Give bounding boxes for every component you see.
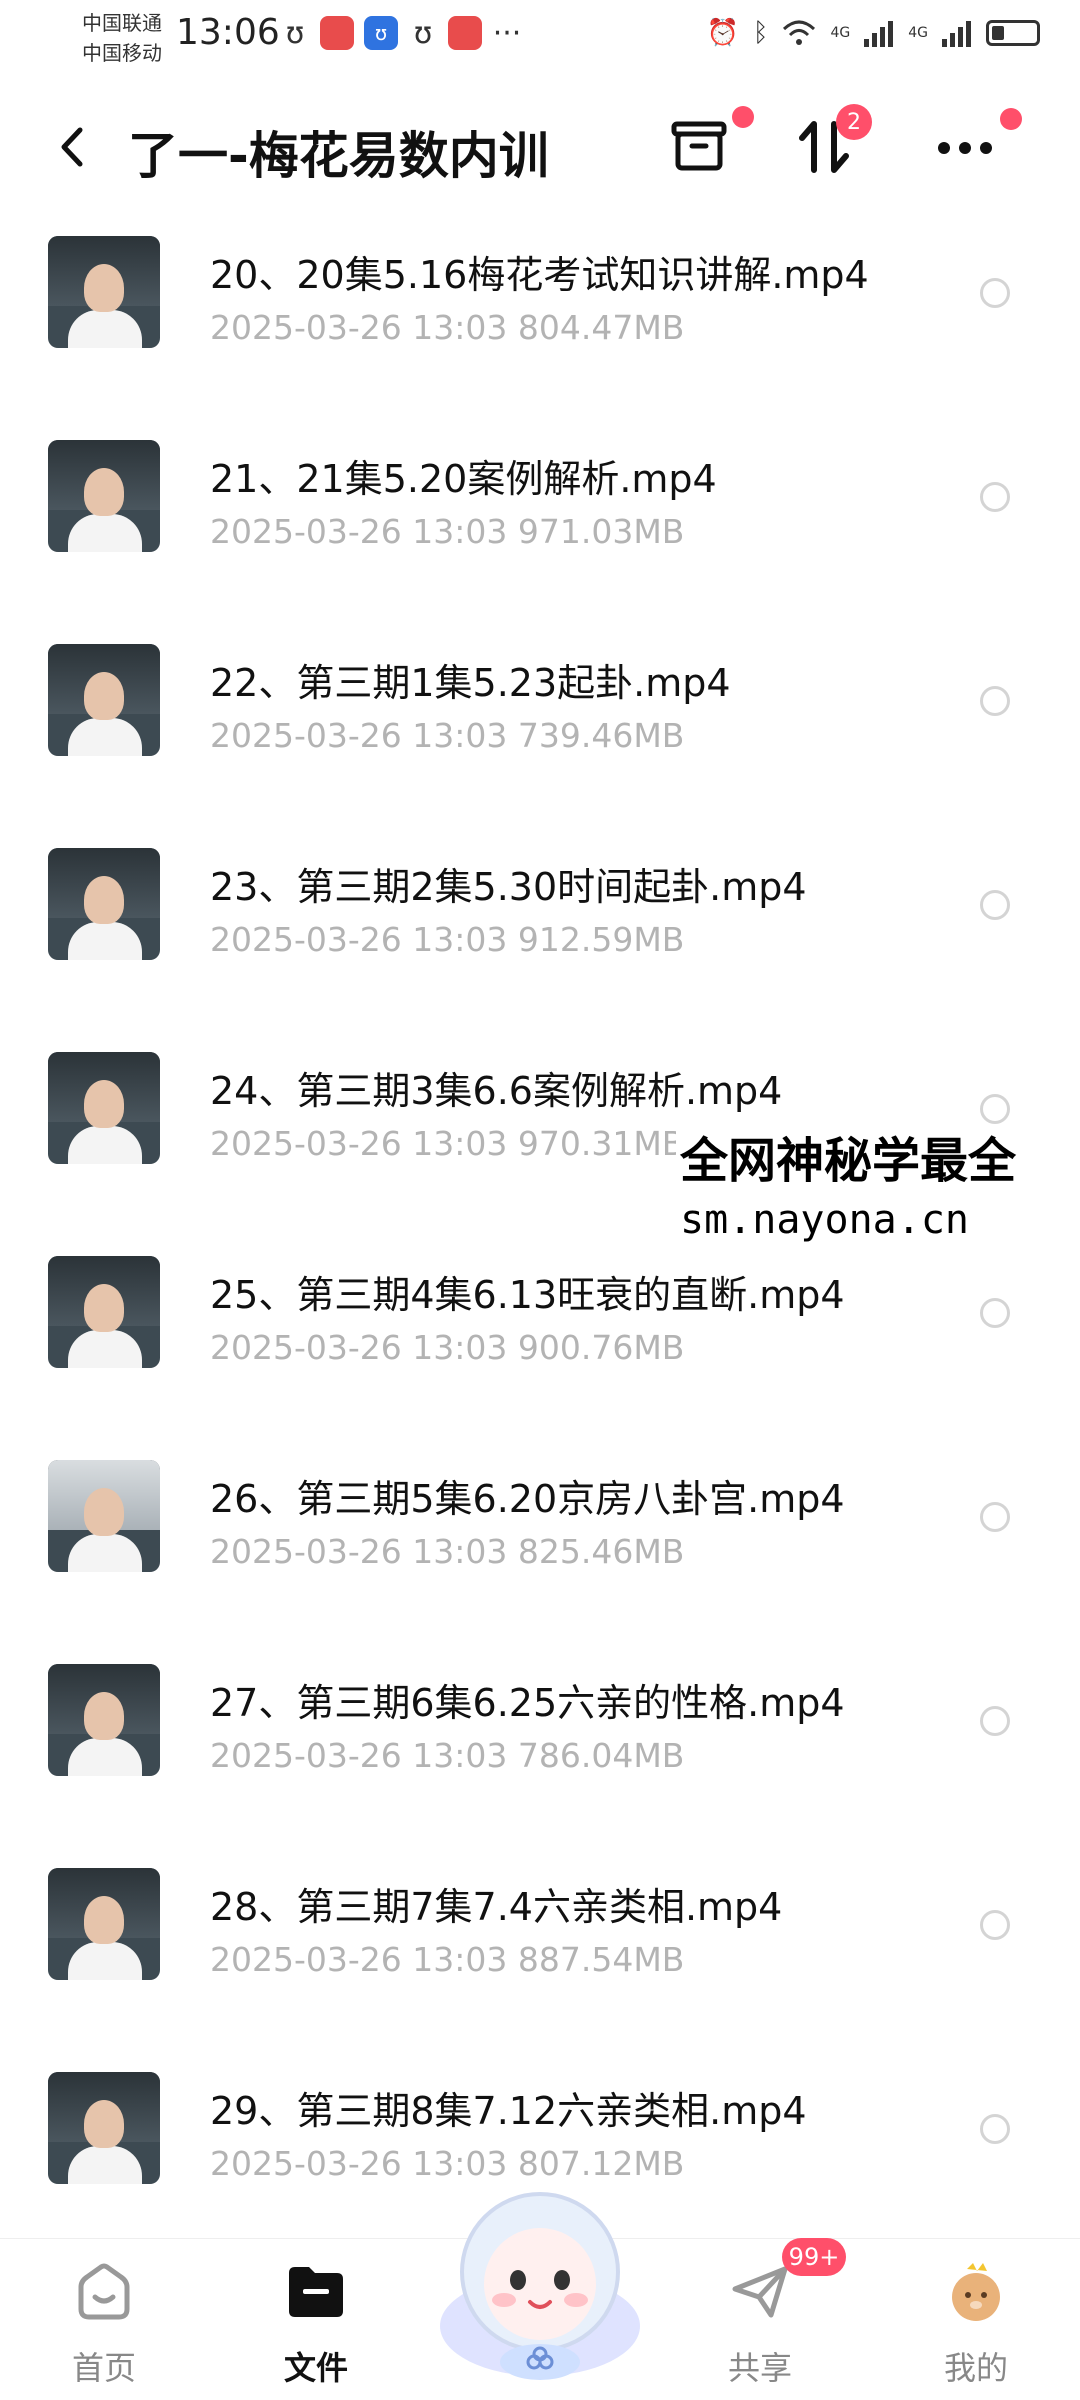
nav-share[interactable]: 共享 — [690, 2259, 830, 2389]
nav-home[interactable]: 首页 — [34, 2259, 174, 2389]
select-checkbox[interactable] — [980, 2114, 1010, 2144]
watermark-url: sm.nayona.cn — [680, 1197, 969, 1243]
file-name: 21、21集5.20案例解析.mp4 — [210, 457, 717, 501]
sort-badge: 2 — [836, 104, 872, 140]
folder-icon — [289, 2267, 343, 2317]
select-checkbox[interactable] — [980, 1706, 1010, 1736]
back-arrow-icon[interactable] — [48, 122, 98, 172]
video-thumbnail — [48, 848, 160, 960]
app-notification-icon — [320, 16, 354, 50]
app-notification-icon: ʊ — [364, 16, 398, 50]
file-browser-screen: 中国联通 中国移动 13:06 ʊ ʊ ʊ ··· ⏰ ᛒ 4G 4G 了一-梅… — [0, 0, 1080, 2400]
file-meta: 2025-03-26 13:03 887.54MB — [210, 1940, 685, 1979]
network-type-1: 4G — [830, 25, 851, 41]
archive-button[interactable] — [664, 106, 754, 182]
video-thumbnail — [48, 1460, 160, 1572]
file-row[interactable]: 20、20集5.16梅花考试知识讲解.mp4 2025-03-26 13:03 … — [0, 236, 1080, 440]
more-notifications-icon: ··· — [492, 15, 522, 51]
file-name: 28、第三期7集7.4六亲类相.mp4 — [210, 1885, 783, 1929]
file-meta: 2025-03-26 13:03 804.47MB — [210, 308, 685, 347]
file-row[interactable]: 22、第三期1集5.23起卦.mp4 2025-03-26 13:03 739.… — [0, 644, 1080, 848]
file-name: 26、第三期5集6.20京房八卦宫.mp4 — [210, 1477, 845, 1521]
video-thumbnail — [48, 2072, 160, 2184]
nav-me-label: 我的 — [943, 2349, 1008, 2387]
app-notification-icon — [448, 16, 482, 50]
file-list: 20、20集5.16梅花考试知识讲解.mp4 2025-03-26 13:03 … — [0, 236, 1080, 2276]
file-meta: 2025-03-26 13:03 825.46MB — [210, 1532, 685, 1571]
notification-dot — [1000, 108, 1022, 130]
more-button[interactable] — [930, 108, 1022, 182]
notification-icons: ʊ ʊ ʊ ··· — [280, 15, 522, 51]
file-name: 22、第三期1集5.23起卦.mp4 — [210, 661, 731, 705]
share-badge: 99+ — [782, 2238, 846, 2276]
carrier-1: 中国联通 — [82, 11, 162, 35]
signal-icon — [942, 21, 971, 47]
file-meta: 2025-03-26 13:03 786.04MB — [210, 1736, 685, 1775]
send-icon — [732, 2266, 788, 2318]
sort-button[interactable]: 2 — [790, 104, 872, 182]
carrier-info: 中国联通 中国移动 — [82, 8, 162, 68]
file-name: 27、第三期6集6.25六亲的性格.mp4 — [210, 1681, 845, 1725]
app-notification-icon: ʊ — [285, 15, 305, 51]
video-thumbnail — [48, 1256, 160, 1368]
watermark-overlay: 全网神秘学最全 sm.nayona.cn — [676, 1130, 1021, 1248]
file-meta: 2025-03-26 13:03 739.46MB — [210, 716, 685, 755]
video-thumbnail — [48, 440, 160, 552]
file-meta: 2025-03-26 13:03 912.59MB — [210, 920, 685, 959]
file-name: 20、20集5.16梅花考试知识讲解.mp4 — [210, 253, 869, 297]
signal-icon — [864, 21, 894, 47]
file-row[interactable]: 26、第三期5集6.20京房八卦宫.mp4 2025-03-26 13:03 8… — [0, 1460, 1080, 1664]
status-time: 13:06 — [176, 12, 280, 53]
carrier-2: 中国移动 — [82, 41, 162, 65]
file-name: 24、第三期3集6.6案例解析.mp4 — [210, 1069, 783, 1113]
status-indicators: ⏰ ᛒ 4G 4G — [706, 18, 1040, 48]
nav-files[interactable]: 文件 — [246, 2259, 386, 2389]
video-thumbnail — [48, 236, 160, 348]
app-notification-icon: ʊ — [413, 15, 433, 51]
watermark-text: 全网神秘学最全 — [680, 1133, 1017, 1189]
file-meta: 2025-03-26 13:03 971.03MB — [210, 512, 685, 551]
file-row[interactable]: 28、第三期7集7.4六亲类相.mp4 2025-03-26 13:03 887… — [0, 1868, 1080, 2072]
status-bar: 中国联通 中国移动 13:06 ʊ ʊ ʊ ··· ⏰ ᛒ 4G 4G — [0, 0, 1080, 80]
select-checkbox[interactable] — [980, 1910, 1010, 1940]
video-thumbnail — [48, 1664, 160, 1776]
battery-icon — [986, 20, 1040, 46]
select-checkbox[interactable] — [980, 890, 1010, 920]
file-name: 25、第三期4集6.13旺衰的直断.mp4 — [210, 1273, 845, 1317]
nav-me[interactable]: 我的 — [906, 2259, 1046, 2389]
assistant-mascot-icon[interactable] — [430, 2176, 650, 2386]
select-checkbox[interactable] — [980, 482, 1010, 512]
wifi-icon — [783, 20, 816, 45]
video-thumbnail — [48, 1868, 160, 1980]
file-name: 29、第三期8集7.12六亲类相.mp4 — [210, 2089, 807, 2133]
select-checkbox[interactable] — [980, 1502, 1010, 1532]
file-row[interactable]: 23、第三期2集5.30时间起卦.mp4 2025-03-26 13:03 91… — [0, 848, 1080, 1052]
file-name: 23、第三期2集5.30时间起卦.mp4 — [210, 865, 807, 909]
nav-home-label: 首页 — [71, 2349, 136, 2387]
notification-dot — [732, 106, 754, 128]
alarm-icon: ⏰ — [706, 18, 739, 48]
file-row[interactable]: 21、21集5.20案例解析.mp4 2025-03-26 13:03 971.… — [0, 440, 1080, 644]
page-title: 了一-梅花易数内训 — [128, 127, 549, 185]
file-row[interactable]: 27、第三期6集6.25六亲的性格.mp4 2025-03-26 13:03 7… — [0, 1664, 1080, 1868]
more-icon — [938, 142, 992, 154]
nav-share-label: 共享 — [727, 2349, 792, 2387]
home-icon — [78, 2263, 130, 2320]
select-checkbox[interactable] — [980, 278, 1010, 308]
bluetooth-icon: ᛒ — [752, 18, 769, 48]
avatar-icon — [952, 2263, 1000, 2321]
nav-files-label: 文件 — [283, 2349, 348, 2387]
file-row[interactable]: 25、第三期4集6.13旺衰的直断.mp4 2025-03-26 13:03 9… — [0, 1256, 1080, 1460]
video-thumbnail — [48, 644, 160, 756]
archive-icon — [671, 121, 727, 171]
select-checkbox[interactable] — [980, 1094, 1010, 1124]
file-meta: 2025-03-26 13:03 900.76MB — [210, 1328, 685, 1367]
network-type-2: 4G — [908, 25, 928, 41]
file-meta: 2025-03-26 13:03 970.31MB — [210, 1124, 685, 1163]
video-thumbnail — [48, 1052, 160, 1164]
select-checkbox[interactable] — [980, 1298, 1010, 1328]
select-checkbox[interactable] — [980, 686, 1010, 716]
app-header: 了一-梅花易数内训 2 — [0, 96, 1080, 200]
